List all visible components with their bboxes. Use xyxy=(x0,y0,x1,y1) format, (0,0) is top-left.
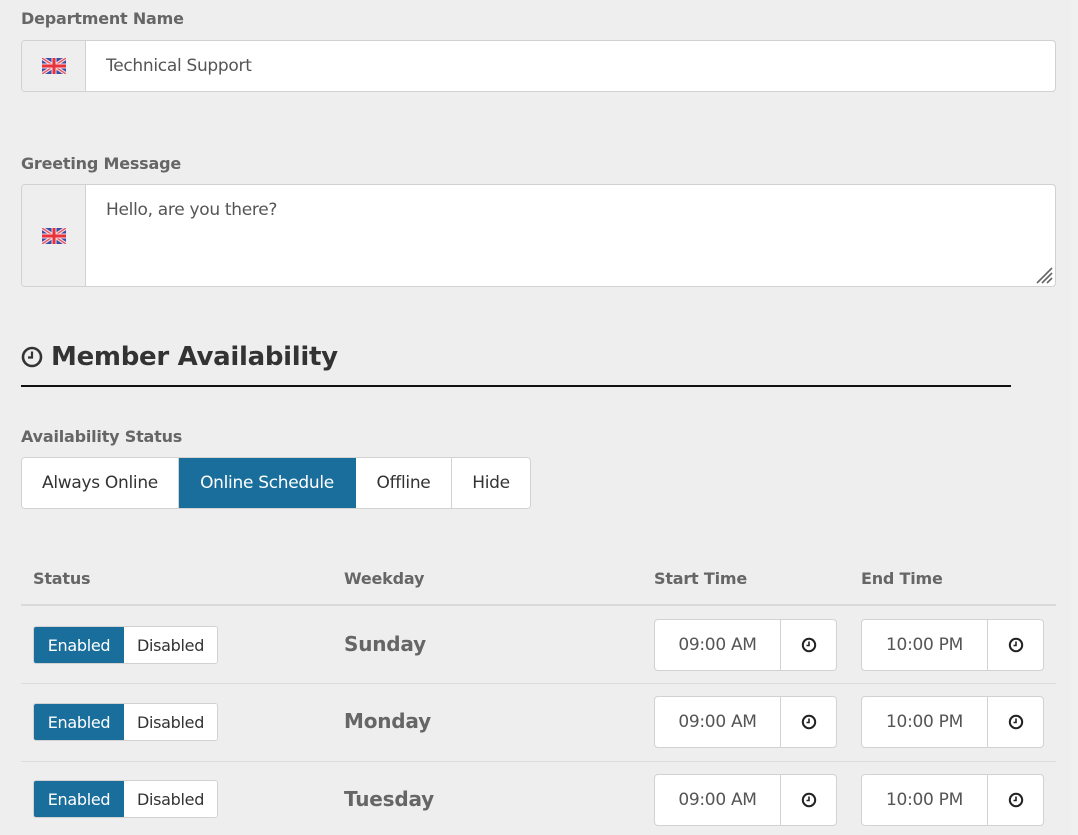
resize-handle-icon[interactable] xyxy=(1033,264,1053,284)
weekday-label: Tuesday xyxy=(344,787,434,811)
column-header-status: Status xyxy=(33,569,91,588)
end-time-picker: 10:00 PM xyxy=(861,774,1044,826)
start-time-input[interactable]: 09:00 AM xyxy=(655,775,781,825)
enabled-button[interactable]: Enabled xyxy=(34,627,124,663)
start-time-clock-button[interactable] xyxy=(781,775,836,825)
clock-icon xyxy=(1008,714,1023,730)
language-addon[interactable] xyxy=(22,41,86,91)
disabled-button[interactable]: Disabled xyxy=(124,781,217,817)
always-online-button[interactable]: Always Online xyxy=(22,458,179,508)
column-header-start-time: Start Time xyxy=(654,569,748,588)
row-divider xyxy=(21,683,1056,684)
end-time-clock-button[interactable] xyxy=(988,697,1043,747)
clock-icon xyxy=(1008,792,1023,808)
status-toggle-sunday: Enabled Disabled xyxy=(33,626,218,664)
column-header-weekday: Weekday xyxy=(344,569,425,588)
greeting-message-textarea[interactable]: Hello, are you there? xyxy=(86,185,1055,286)
greeting-message-label: Greeting Message xyxy=(21,154,181,173)
start-time-picker: 09:00 AM xyxy=(654,774,837,826)
column-header-end-time: End Time xyxy=(861,569,943,588)
end-time-input[interactable]: 10:00 PM xyxy=(862,620,988,670)
end-time-input[interactable]: 10:00 PM xyxy=(862,697,988,747)
disabled-button[interactable]: Disabled xyxy=(124,704,217,740)
enabled-button[interactable]: Enabled xyxy=(34,704,124,740)
status-toggle-monday: Enabled Disabled xyxy=(33,703,218,741)
page-edge xyxy=(1071,0,1078,835)
start-time-picker: 09:00 AM xyxy=(654,696,837,748)
end-time-picker: 10:00 PM xyxy=(861,619,1044,671)
weekday-label: Sunday xyxy=(344,632,426,656)
member-availability-heading: Member Availability xyxy=(21,342,338,372)
start-time-clock-button[interactable] xyxy=(781,620,836,670)
clock-icon xyxy=(801,714,816,730)
greeting-message-group: Hello, are you there? xyxy=(21,184,1056,287)
uk-flag-icon xyxy=(41,58,66,74)
member-availability-title: Member Availability xyxy=(51,342,338,372)
end-time-input[interactable]: 10:00 PM xyxy=(862,775,988,825)
enabled-button[interactable]: Enabled xyxy=(34,781,124,817)
hide-button[interactable]: Hide xyxy=(452,458,530,508)
clock-icon xyxy=(801,792,816,808)
start-time-picker: 09:00 AM xyxy=(654,619,837,671)
department-name-group: Technical Support xyxy=(21,40,1056,92)
availability-status-label: Availability Status xyxy=(21,427,183,446)
clock-icon xyxy=(1008,637,1023,653)
department-name-input[interactable]: Technical Support xyxy=(86,41,1055,91)
section-divider xyxy=(21,385,1011,387)
disabled-button[interactable]: Disabled xyxy=(124,627,217,663)
row-divider xyxy=(21,761,1056,762)
clock-icon xyxy=(21,346,43,368)
clock-icon xyxy=(801,637,816,653)
end-time-picker: 10:00 PM xyxy=(861,696,1044,748)
offline-button[interactable]: Offline xyxy=(356,458,452,508)
start-time-input[interactable]: 09:00 AM xyxy=(655,697,781,747)
language-addon[interactable] xyxy=(22,185,86,286)
status-toggle-tuesday: Enabled Disabled xyxy=(33,780,218,818)
online-schedule-button[interactable]: Online Schedule xyxy=(179,458,356,508)
weekday-label: Monday xyxy=(344,709,431,733)
uk-flag-icon xyxy=(41,227,66,244)
department-name-label: Department Name xyxy=(21,9,184,28)
availability-status-buttons: Always Online Online Schedule Offline Hi… xyxy=(21,457,531,509)
greeting-message-text: Hello, are you there? xyxy=(106,200,278,220)
end-time-clock-button[interactable] xyxy=(988,775,1043,825)
table-header-divider xyxy=(21,604,1056,606)
end-time-clock-button[interactable] xyxy=(988,620,1043,670)
start-time-input[interactable]: 09:00 AM xyxy=(655,620,781,670)
start-time-clock-button[interactable] xyxy=(781,697,836,747)
